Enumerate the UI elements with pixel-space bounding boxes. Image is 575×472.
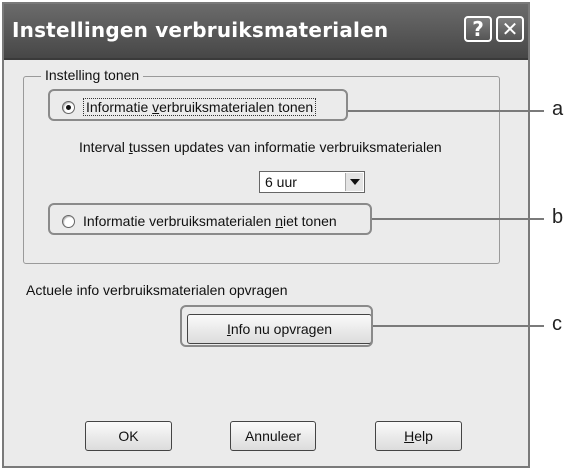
callout-b-box [48, 203, 372, 235]
settings-dialog: Instellingen verbruiksmaterialen ? ✕ Ins… [2, 2, 530, 468]
dropdown-arrow-icon[interactable] [345, 173, 363, 191]
callout-c-letter: c [552, 313, 562, 335]
dialog-title: Instellingen verbruiksmaterialen [12, 18, 389, 42]
ok-button-label: OK [118, 428, 139, 444]
close-button[interactable]: ✕ [496, 16, 524, 42]
help-button[interactable]: Help [375, 421, 462, 451]
interval-select-value: 6 uur [265, 174, 297, 190]
cancel-button[interactable]: Annuleer [230, 421, 316, 451]
callout-c-line [373, 325, 544, 327]
help-question-button[interactable]: ? [464, 16, 492, 42]
callout-a-line [348, 110, 544, 112]
cancel-button-label: Annuleer [244, 428, 302, 444]
group-legend: Instelling tonen [41, 67, 144, 83]
callout-c-box [180, 305, 373, 347]
callout-a-letter: a [552, 98, 564, 120]
ok-button[interactable]: OK [85, 421, 172, 451]
request-info-label: Actuele info verbruiksmaterialen opvrage… [26, 282, 288, 298]
interval-label: Interval tussen updates van informatie v… [79, 139, 442, 155]
title-bar: Instellingen verbruiksmaterialen ? ✕ [4, 4, 528, 60]
close-icon: ✕ [501, 17, 519, 41]
interval-select[interactable]: 6 uur [259, 171, 365, 193]
callout-b-letter: b [552, 206, 564, 228]
callout-a-box [48, 89, 348, 121]
callout-b-line [372, 218, 544, 220]
question-mark-icon: ? [472, 17, 484, 41]
help-button-label: Help [404, 428, 433, 444]
